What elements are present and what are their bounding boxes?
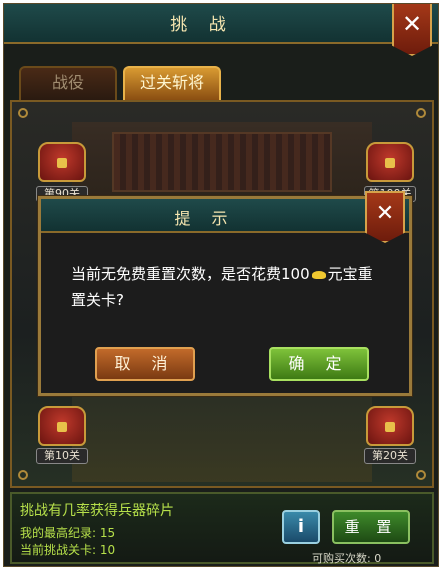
palace-roof-illustration <box>112 132 332 192</box>
dialog-title: 提 示 <box>174 209 236 228</box>
dialog-message-part1: 当前无免费重置次数，是否花费100 <box>71 265 310 283</box>
confirm-dialog: 提 示 ✕ 当前无免费重置次数，是否花费100 元宝重置关卡? 取 消 确 定 <box>38 191 412 396</box>
cancel-button[interactable]: 取 消 <box>95 347 195 381</box>
corner-ornament-icon <box>18 470 28 480</box>
game-window: 挑 战 ✕ 战役 过关斩将 第90关 第100关 第10关 <box>3 3 439 567</box>
dialog-close-button[interactable]: ✕ <box>365 191 405 243</box>
best-record: 我的最高纪录: 15 <box>20 526 116 540</box>
chest-lock-icon <box>385 158 395 168</box>
stage-chest-20[interactable] <box>364 406 416 450</box>
stage-chest-100[interactable] <box>364 142 416 186</box>
chest-lock-icon <box>57 422 67 432</box>
footer-bar: 挑战有几率获得兵器碎片 我的最高纪录: 15 当前挑战关卡: 10 i 重 置 … <box>10 492 434 565</box>
stage-chest-10[interactable] <box>36 406 88 450</box>
tab-campaign[interactable]: 战役 <box>19 66 117 100</box>
confirm-button[interactable]: 确 定 <box>269 347 369 381</box>
chest-lock-icon <box>385 422 395 432</box>
gold-ingot-icon <box>311 270 326 279</box>
stage-label-10: 第10关 <box>36 448 88 464</box>
info-button[interactable]: i <box>282 510 320 544</box>
close-icon: ✕ <box>401 10 423 38</box>
dialog-message: 当前无免费重置次数，是否花费100 元宝重置关卡? <box>71 261 381 313</box>
corner-ornament-icon <box>18 108 28 118</box>
window-title: 挑 战 <box>170 15 234 35</box>
close-icon: ✕ <box>375 201 395 226</box>
close-button[interactable]: ✕ <box>392 4 432 56</box>
stage-label-20: 第20关 <box>364 448 416 464</box>
buy-count: 可购买次数: 0 <box>312 552 382 565</box>
reward-hint: 挑战有几率获得兵器碎片 <box>20 503 174 519</box>
chest-lock-icon <box>57 158 67 168</box>
stage-chest-90[interactable] <box>36 142 88 186</box>
corner-ornament-icon <box>416 108 426 118</box>
reset-button[interactable]: 重 置 <box>332 510 410 544</box>
dialog-title-bar: 提 示 <box>41 199 409 233</box>
corner-ornament-icon <box>416 470 426 480</box>
current-stage: 当前挑战关卡: 10 <box>20 543 116 557</box>
tab-challenge[interactable]: 过关斩将 <box>123 66 221 100</box>
title-bar: 挑 战 <box>4 4 438 44</box>
